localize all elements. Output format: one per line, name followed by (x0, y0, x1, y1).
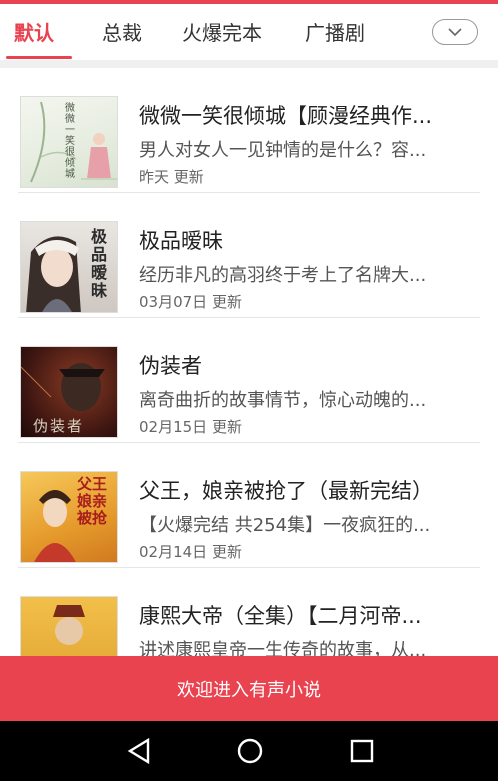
tab-default[interactable]: 默认 (14, 16, 54, 50)
book-description: 男人对女人一见钟情的是什么？容... (139, 140, 427, 161)
cover-title: 极品暧昧 (91, 227, 108, 300)
cover-title: 父王娘亲被抢 (77, 475, 108, 527)
update-time: 02月14日 更新 (139, 543, 242, 561)
chevron-down-icon (448, 28, 462, 37)
category-tabs: 默认 总裁 火爆完本 广播剧 (0, 4, 498, 60)
list-item[interactable]: 极品暧昧 极品暧昧 经历非凡的高羽终于考上了名牌大... 03月07日 更新 (0, 193, 498, 318)
tab-hot-finished[interactable]: 火爆完本 (182, 16, 262, 50)
book-description: 离奇曲折的故事情节，惊心动魄的... (139, 390, 427, 411)
book-cover: 父王娘亲被抢 (20, 471, 118, 563)
recents-icon[interactable] (346, 735, 378, 767)
active-tab-indicator (6, 56, 72, 59)
book-list[interactable]: 微微一笑很倾城 微微一笑很倾城【顾漫经典作... 男人对女人一见钟情的是什么？容… (0, 68, 498, 656)
book-description: 经历非凡的高羽终于考上了名牌大... (139, 265, 427, 286)
cover-title: 伪装者 (33, 417, 85, 435)
list-item[interactable]: 微微一笑很倾城 微微一笑很倾城【顾漫经典作... 男人对女人一见钟情的是什么？容… (0, 68, 498, 193)
book-title: 极品暧昧 (139, 229, 223, 253)
system-nav-bar (0, 721, 498, 781)
list-item[interactable]: 伪装者 伪装者 离奇曲折的故事情节，惊心动魄的... 02月15日 更新 (0, 318, 498, 443)
book-title: 父王，娘亲被抢了（最新完结） (139, 479, 433, 503)
home-icon[interactable] (234, 735, 266, 767)
list-item[interactable]: 父王娘亲被抢 父王，娘亲被抢了（最新完结） 【火爆完结 共254集】一夜疯狂的.… (0, 443, 498, 568)
tab-radio-drama[interactable]: 广播剧 (305, 16, 365, 50)
book-title: 微微一笑很倾城【顾漫经典作... (139, 104, 433, 128)
enter-audiobook-button[interactable]: 欢迎进入有声小说 (0, 656, 498, 721)
back-icon[interactable] (124, 735, 156, 767)
book-cover: 微微一笑很倾城 (20, 96, 118, 188)
book-description: 讲述康熙皇帝一生传奇的故事，从... (139, 640, 427, 656)
update-time: 03月07日 更新 (139, 293, 242, 311)
book-title: 康熙大帝（全集）【二月河帝... (139, 604, 422, 628)
book-cover (20, 596, 118, 656)
cover-art (53, 605, 85, 645)
section-divider (0, 60, 498, 68)
update-time: 02月15日 更新 (139, 418, 242, 436)
book-cover: 极品暧昧 (20, 221, 118, 313)
book-title: 伪装者 (139, 354, 202, 378)
book-cover: 伪装者 (20, 346, 118, 438)
cover-title: 微微一笑很倾城 (65, 103, 75, 180)
tab-ceo[interactable]: 总裁 (102, 16, 142, 50)
book-description: 【火爆完结 共254集】一夜疯狂的... (139, 515, 431, 536)
update-time: 昨天 更新 (139, 168, 204, 186)
tabs-fade (404, 22, 422, 46)
expand-tabs-button[interactable] (432, 19, 478, 45)
list-item[interactable]: 康熙大帝（全集）【二月河帝... 讲述康熙皇帝一生传奇的故事，从... (0, 568, 498, 656)
